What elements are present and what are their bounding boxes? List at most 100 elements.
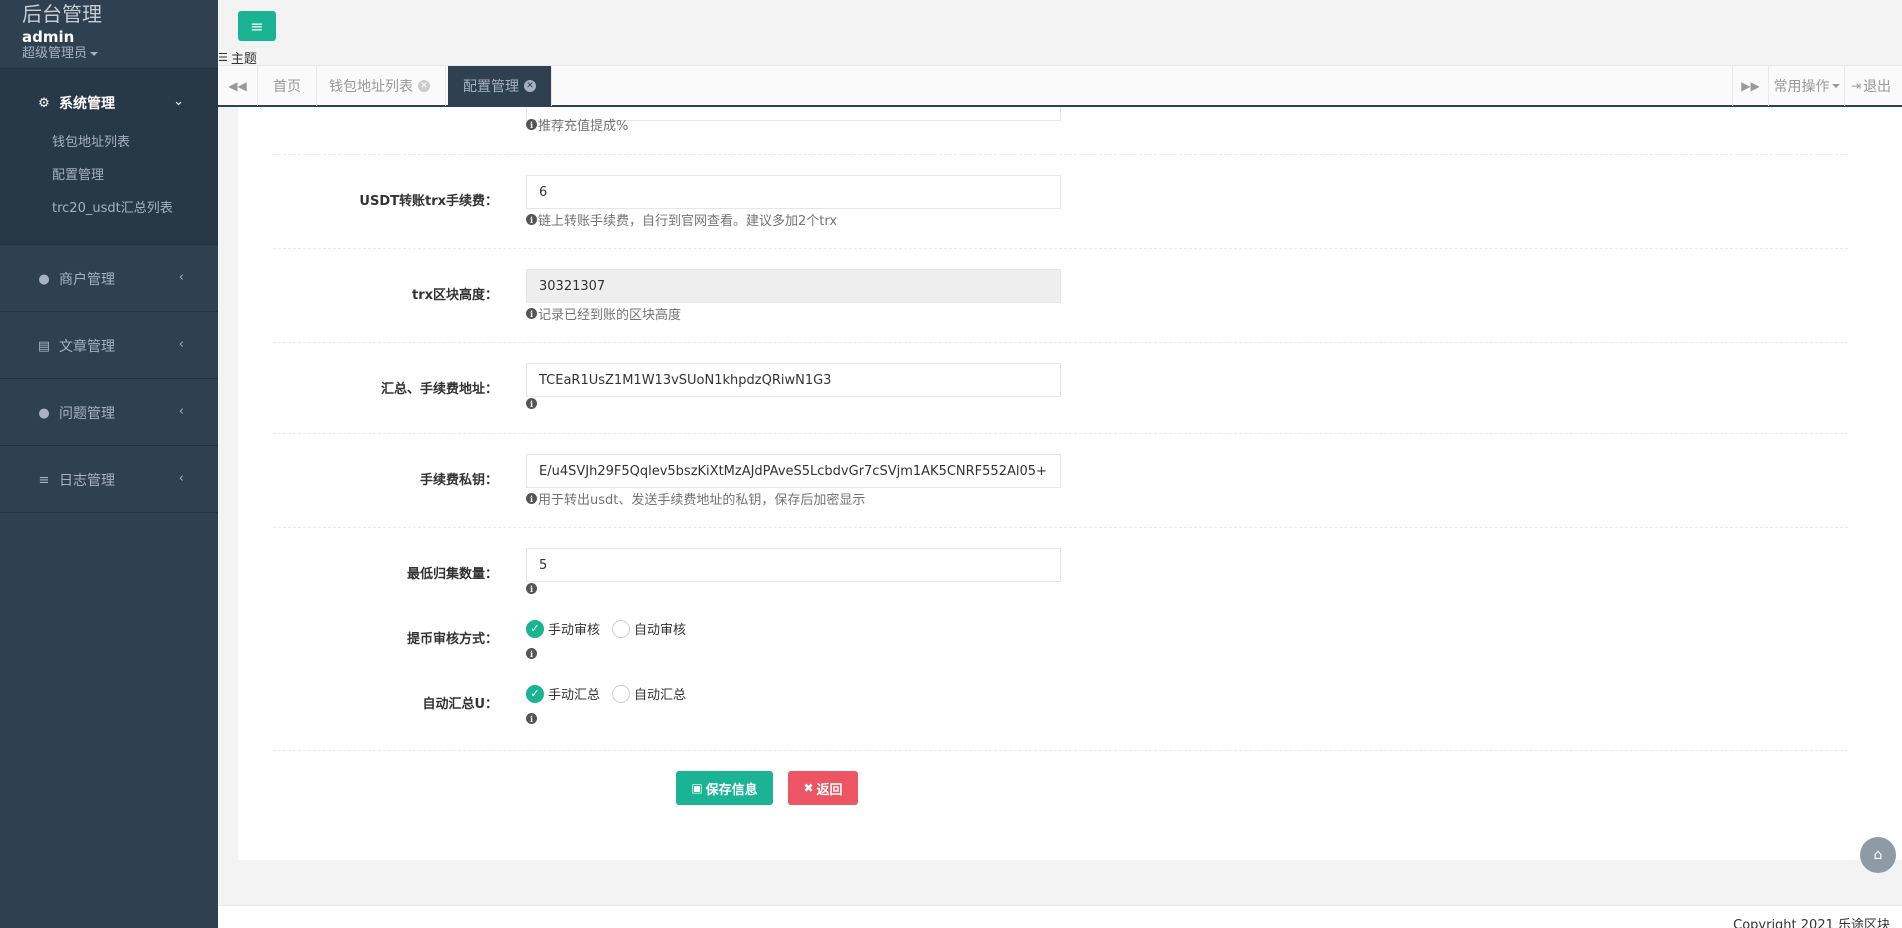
tab-scroll-left-button[interactable]: ◀◀	[218, 66, 258, 106]
hamburger-icon: ≡	[250, 16, 264, 36]
min-collect-label: 最低归集数量：	[406, 567, 498, 582]
help-text: i 用于转出usdt、发送手续费地址的私钥，保存后加密显示	[526, 489, 865, 508]
sign-out-icon: ⇥	[1851, 79, 1862, 93]
user-role-dropdown[interactable]: 超级管理员	[22, 46, 99, 62]
chevron-down-icon: ⌄	[173, 94, 184, 109]
usdt-fee-label: USDT转账trx手续费：	[359, 194, 498, 209]
nav-group-label: 系统管理	[59, 96, 115, 112]
logout-label: 退出	[1863, 79, 1892, 95]
home-button[interactable]: ⌂	[1860, 837, 1896, 873]
help-text: i 链上转账手续费，自行到官网查看。建议多加2个trx	[526, 210, 837, 229]
chevron-left-icon: ‹	[178, 337, 184, 352]
fee-address-input[interactable]: TCEaR1UsZ1M1W13vSUoN1khpdzQRiwN1G3	[526, 363, 1061, 397]
radio-manual-collect[interactable]: ✓ 手动汇总	[526, 684, 600, 703]
help-text: i 推荐充值提成%	[526, 115, 628, 134]
sidebar-item-trc20-summary[interactable]: trc20_usdt汇总列表	[52, 200, 173, 218]
user-role-label: 超级管理员	[22, 46, 88, 61]
close-icon[interactable]: ✕	[524, 80, 536, 92]
divider	[273, 154, 1848, 155]
logout-button[interactable]: ⇥ 退出	[1844, 66, 1902, 106]
nav-group-header[interactable]: ● 商户管理	[37, 269, 115, 289]
help-text: i	[526, 583, 538, 594]
withdraw-review-radio-group: ✓ 手动审核 自动审核	[526, 619, 698, 638]
info-icon: i	[526, 713, 537, 724]
save-button[interactable]: ▣ 保存信息	[676, 771, 773, 805]
comment-icon: ●	[38, 405, 50, 421]
chevron-left-icon: ‹	[178, 270, 184, 285]
home-icon: ⌂	[1873, 847, 1883, 863]
nav-group-merchant[interactable]: ● 商户管理 ‹	[0, 245, 218, 312]
common-ops-dropdown[interactable]: 常用操作	[1768, 66, 1844, 106]
nav-group-question[interactable]: ● 问题管理 ‹	[0, 379, 218, 446]
help-text: i 记录已经到账的区块高度	[526, 304, 681, 323]
brand-title: 后台管理	[22, 2, 102, 26]
usdt-fee-input[interactable]: 6	[526, 175, 1061, 209]
block-height-label: trx区块高度：	[411, 288, 498, 303]
chevron-left-icon: ‹	[178, 404, 184, 419]
menu-toggle-button[interactable]: ≡	[238, 11, 276, 41]
nav-group-system[interactable]: ⚙ 系统管理 ⌄ 钱包地址列表 配置管理 trc20_usdt汇总列表	[0, 69, 218, 245]
nav-group-label: 日志管理	[59, 473, 115, 489]
info-icon: i	[526, 398, 537, 409]
auto-collect-radio-group: ✓ 手动汇总 自动汇总	[526, 684, 698, 703]
topbar: ≡ ☰ 主题	[218, 0, 1902, 67]
nav-group-header[interactable]: ● 问题管理	[37, 403, 115, 423]
info-icon: i	[526, 119, 537, 130]
common-ops-label: 常用操作	[1773, 79, 1830, 95]
withdraw-review-label: 提币审核方式：	[406, 632, 498, 647]
checked-radio-icon: ✓	[526, 684, 544, 703]
fee-address-label: 汇总、手续费地址：	[380, 382, 498, 397]
tab-wallet-list[interactable]: 钱包地址列表 ✕	[314, 66, 446, 106]
nav-group-header[interactable]: ▤ 文章管理	[37, 336, 115, 356]
footer: Copyright 2021 乐途区块	[218, 905, 1902, 928]
caret-down-icon	[1831, 84, 1840, 88]
copyright-text: Copyright 2021 乐途区块	[1733, 918, 1890, 928]
user-icon: ●	[38, 271, 50, 287]
tab-home[interactable]: 首页	[258, 66, 317, 106]
radio-manual-review[interactable]: ✓ 手动审核	[526, 619, 600, 638]
backward-icon: ◀◀	[228, 79, 247, 93]
tab-config[interactable]: 配置管理 ✕	[448, 66, 552, 106]
auto-collect-label: 自动汇总U：	[422, 697, 498, 712]
sidebar: 后台管理 admin 超级管理员 ⚙ 系统管理 ⌄ 钱包地址列表 配置管理 tr…	[0, 0, 218, 928]
tab-label: 首页	[273, 79, 301, 95]
chevron-left-icon: ‹	[178, 471, 184, 486]
nav-group-log[interactable]: ≡ 日志管理 ‹	[0, 446, 218, 513]
sidebar-item-wallet-list[interactable]: 钱包地址列表	[52, 134, 130, 152]
nav-group-label: 文章管理	[59, 339, 115, 355]
help-text: i	[526, 398, 538, 409]
block-height-input: 30321307	[526, 269, 1061, 303]
fee-private-key-label: 手续费私钥：	[419, 473, 498, 488]
nav-group-label: 问题管理	[59, 406, 115, 422]
nav-group-label: 商户管理	[59, 272, 115, 288]
info-icon: i	[526, 648, 537, 659]
min-collect-input[interactable]: 5	[526, 548, 1061, 582]
tab-scroll-right-button[interactable]: ▶▶	[1732, 66, 1768, 106]
nav-group-header[interactable]: ⚙ 系统管理	[37, 93, 115, 113]
copy-icon: ▤	[37, 338, 51, 354]
tab-label: 配置管理	[463, 79, 519, 95]
user-name[interactable]: admin	[22, 28, 74, 46]
floppy-icon: ▣	[691, 781, 703, 795]
radio-auto-review[interactable]: 自动审核	[612, 619, 686, 638]
nav-group-article[interactable]: ▤ 文章管理 ‹	[0, 312, 218, 379]
divider	[273, 433, 1848, 434]
info-icon: i	[526, 583, 537, 594]
nav-group-header[interactable]: ≡ 日志管理	[37, 470, 115, 490]
config-form: i 推荐充值提成% USDT转账trx手续费： 6 i 链上转账手续费，自行到官网查…	[238, 107, 1902, 860]
back-button[interactable]: ✖ 返回	[788, 771, 858, 805]
sidebar-item-config[interactable]: 配置管理	[52, 167, 104, 185]
theme-icon: ☰	[218, 51, 228, 64]
gear-icon: ⚙	[38, 95, 50, 111]
forward-icon: ▶▶	[1741, 79, 1760, 93]
close-icon[interactable]: ✕	[418, 80, 430, 92]
fee-private-key-input[interactable]: E/u4SVJh29F5Qqlev5bszKiXtMzAJdPAveS5Lcbd…	[526, 454, 1061, 488]
radio-auto-collect[interactable]: 自动汇总	[612, 684, 686, 703]
tab-bar: ◀◀ 首页 钱包地址列表 ✕ 配置管理 ✕ ▶▶ 常用操作 ⇥ 退出	[218, 65, 1902, 107]
info-icon: i	[526, 493, 537, 504]
help-text: i	[526, 648, 538, 659]
radio-icon	[612, 684, 631, 703]
info-icon: i	[526, 308, 537, 319]
divider	[273, 750, 1848, 751]
radio-icon	[612, 619, 631, 638]
